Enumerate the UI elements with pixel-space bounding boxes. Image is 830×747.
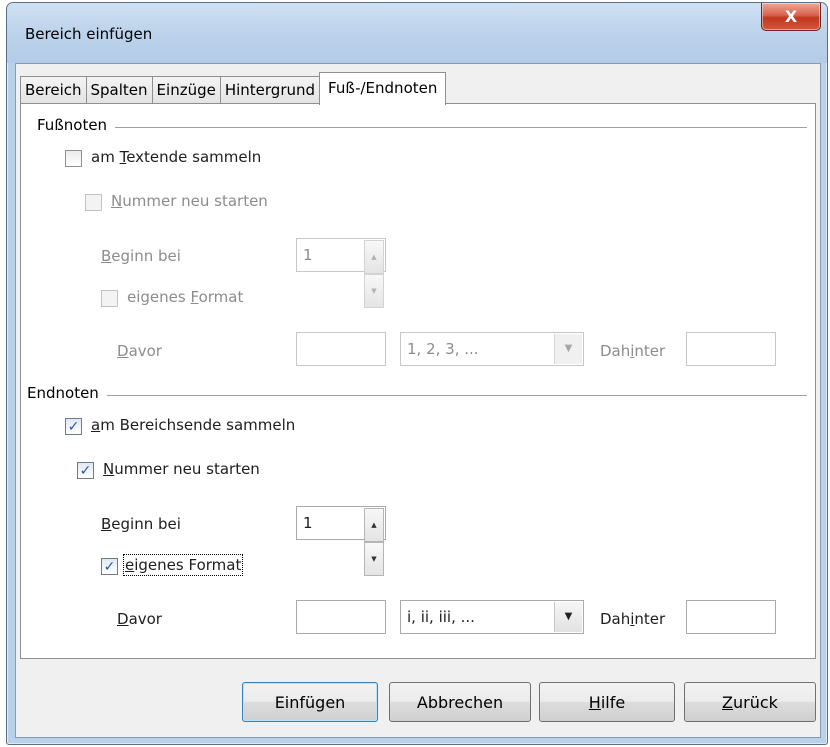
footnotes-after-label: Dahinter (600, 342, 666, 360)
footnotes-format-value: 1, 2, 3, ... (407, 340, 479, 358)
spin-down-icon[interactable]: ▼ (364, 274, 384, 308)
tab-bereich[interactable]: Bereich (20, 76, 87, 104)
cancel-button[interactable]: Abbrechen (389, 682, 531, 722)
footnotes-start-label: Beginn bei (101, 247, 181, 265)
endnotes-start-spin-buttons: ▲ ▼ (364, 508, 384, 576)
tab-fuss-endnoten[interactable]: Fuß-/Endnoten (319, 72, 447, 105)
footnotes-restart-checkbox[interactable] (85, 194, 102, 211)
dialog-window: Bereich einfügen X Bereich Spalten Einzü… (6, 2, 828, 745)
check-icon: ✓ (67, 418, 80, 435)
endnotes-format-value: i, ii, iii, ... (407, 608, 475, 626)
spin-up-icon[interactable]: ▲ (364, 508, 384, 542)
footnotes-start-spinbox[interactable]: 1 ▲ ▼ (296, 238, 386, 308)
endnotes-start-spinbox[interactable]: 1 ▲ ▼ (296, 506, 386, 576)
footnotes-before-label: Davor (117, 342, 162, 360)
endnotes-before-input[interactable] (296, 600, 386, 634)
window-title: Bereich einfügen (25, 25, 153, 43)
tab-strip: Bereich Spalten Einzüge Hintergrund Fuß-… (20, 72, 447, 105)
footnotes-format-select[interactable]: 1, 2, 3, ... ▼ (400, 332, 584, 366)
help-button[interactable]: Hilfe (539, 682, 675, 722)
endnotes-separator (107, 395, 807, 396)
endnotes-restart-checkbox[interactable]: ✓ (77, 462, 94, 479)
footnotes-start-value: 1 (303, 246, 313, 264)
endnotes-own-format-label[interactable]: eigenes Format (122, 554, 244, 576)
footnotes-restart-label[interactable]: Nummer neu starten (111, 192, 268, 210)
spin-down-icon[interactable]: ▼ (364, 542, 384, 576)
footnotes-own-format-checkbox[interactable] (101, 290, 118, 307)
tab-panel: Fußnoten am Textende sammeln Nummer neu … (20, 103, 816, 659)
check-icon: ✓ (103, 558, 116, 575)
endnotes-section-title: Endnoten (27, 384, 99, 402)
spin-up-icon[interactable]: ▲ (364, 240, 384, 274)
chevron-down-icon[interactable]: ▼ (554, 334, 582, 364)
endnotes-after-input[interactable] (686, 600, 776, 634)
close-icon: X (784, 7, 798, 26)
back-button[interactable]: Zurück (684, 682, 816, 722)
chevron-down-icon[interactable]: ▼ (554, 602, 582, 632)
endnotes-restart-label[interactable]: Nummer neu starten (103, 460, 260, 478)
dialog-client-area: Bereich Spalten Einzüge Hintergrund Fuß-… (15, 63, 821, 738)
endnotes-own-format-checkbox[interactable]: ✓ (101, 558, 118, 575)
endnotes-before-label: Davor (117, 610, 162, 628)
footnotes-section-title: Fußnoten (37, 116, 108, 134)
footnotes-collect-checkbox[interactable] (65, 150, 82, 167)
footnotes-separator (115, 127, 807, 128)
close-button[interactable]: X (761, 3, 821, 31)
insert-button[interactable]: Einfügen (242, 682, 378, 722)
tab-einzuege[interactable]: Einzüge (151, 76, 221, 104)
footnotes-collect-label[interactable]: am Textende sammeln (91, 148, 261, 166)
footnotes-start-spin-buttons: ▲ ▼ (364, 240, 384, 308)
tab-spalten[interactable]: Spalten (85, 76, 153, 104)
endnotes-collect-label[interactable]: am Bereichsende sammeln (91, 416, 295, 434)
endnotes-format-select[interactable]: i, ii, iii, ... ▼ (400, 600, 584, 634)
footnotes-after-input[interactable] (686, 332, 776, 366)
tab-hintergrund[interactable]: Hintergrund (219, 76, 321, 104)
endnotes-after-label: Dahinter (600, 610, 666, 628)
footnotes-before-input[interactable] (296, 332, 386, 366)
endnotes-start-value: 1 (303, 514, 313, 532)
endnotes-start-label: Beginn bei (101, 515, 181, 533)
footnotes-own-format-label[interactable]: eigenes Format (127, 288, 243, 306)
endnotes-collect-checkbox[interactable]: ✓ (65, 418, 82, 435)
title-bar[interactable]: Bereich einfügen X (7, 3, 827, 63)
check-icon: ✓ (79, 462, 92, 479)
